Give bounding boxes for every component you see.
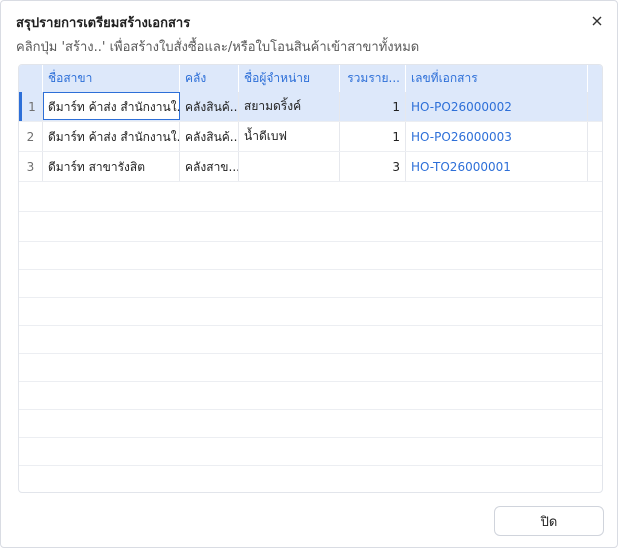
cell-warehouse[interactable]: คลังสาข... <box>180 152 239 181</box>
row-number-header <box>19 65 43 92</box>
cell-branch-text: ดีมาร์ท สาขารังสิต <box>48 159 146 174</box>
cell-doc-no[interactable]: HO-TO26000001 <box>406 152 588 181</box>
empty-row <box>19 296 602 326</box>
column-header-total[interactable]: รวมราย... <box>340 65 406 92</box>
empty-row <box>19 436 602 466</box>
empty-row <box>19 324 602 354</box>
row-number: 3 <box>19 152 43 181</box>
column-header-warehouse[interactable]: คลัง <box>180 65 239 92</box>
cell-branch[interactable]: ดีมาร์ท ค้าส่ง สำนักงานใ... <box>43 92 180 121</box>
cell-vendor[interactable] <box>239 152 340 181</box>
empty-row <box>19 464 602 492</box>
cell-branch-text: ดีมาร์ท ค้าส่ง สำนักงานใ... <box>48 129 180 144</box>
cell-warehouse-text: คลังสาข... <box>185 159 239 174</box>
summary-dialog: สรุปรายการเตรียมสร้างเอกสาร คลิกปุ่ม 'สร… <box>0 0 618 548</box>
dialog-title: สรุปรายการเตรียมสร้างเอกสาร <box>16 16 191 31</box>
empty-row <box>19 352 602 382</box>
cell-warehouse[interactable]: คลังสินค้... <box>180 92 239 121</box>
dialog-subtitle: คลิกปุ่ม 'สร้าง..' เพื่อสร้างใบสั่งซื้อแ… <box>16 40 420 55</box>
cell-warehouse-text: คลังสินค้... <box>185 99 239 114</box>
cell-total[interactable]: 1 <box>340 122 406 151</box>
empty-row <box>19 240 602 270</box>
empty-row <box>19 380 602 410</box>
column-header-doc-no[interactable]: เลขที่เอกสาร <box>406 65 588 92</box>
empty-row <box>19 268 602 298</box>
table-header: ชื่อสาขา คลัง ชื่อผู้จำหน่าย รวมราย... เ… <box>19 65 602 92</box>
cell-vendor[interactable]: สยามดริ้งค์ <box>239 92 340 121</box>
cell-total[interactable]: 3 <box>340 152 406 181</box>
row-number: 1 <box>19 92 43 121</box>
cell-doc-no[interactable]: HO-PO26000002 <box>406 92 588 121</box>
close-icon[interactable] <box>587 11 607 31</box>
empty-row <box>19 212 602 242</box>
close-button[interactable]: ปิด <box>494 506 604 536</box>
cell-doc-no[interactable]: HO-PO26000003 <box>406 122 588 151</box>
cell-total[interactable]: 1 <box>340 92 406 121</box>
column-header-vendor[interactable]: ชื่อผู้จำหน่าย <box>239 65 340 92</box>
table-row[interactable]: 2 ดีมาร์ท ค้าส่ง สำนักงานใ... คลังสินค้.… <box>19 122 602 152</box>
empty-row <box>19 408 602 438</box>
table-row[interactable]: 1 ดีมาร์ท ค้าส่ง สำนักงานใ... คลังสินค้.… <box>19 92 602 122</box>
cell-branch[interactable]: ดีมาร์ท ค้าส่ง สำนักงานใ... <box>43 122 180 151</box>
empty-row <box>19 182 602 212</box>
table-row[interactable]: 3 ดีมาร์ท สาขารังสิต คลังสาข... 3 HO-TO2… <box>19 152 602 182</box>
cell-warehouse-text: คลังสินค้... <box>185 129 239 144</box>
row-number: 2 <box>19 122 43 151</box>
cell-branch[interactable]: ดีมาร์ท สาขารังสิต <box>43 152 180 181</box>
cell-branch-text: ดีมาร์ท ค้าส่ง สำนักงานใ... <box>48 99 180 114</box>
column-header-branch[interactable]: ชื่อสาขา <box>43 65 180 92</box>
documents-table: ชื่อสาขา คลัง ชื่อผู้จำหน่าย รวมราย... เ… <box>18 64 603 493</box>
cell-vendor[interactable]: น้ำดีเบฟ <box>239 122 340 151</box>
cell-warehouse[interactable]: คลังสินค้... <box>180 122 239 151</box>
